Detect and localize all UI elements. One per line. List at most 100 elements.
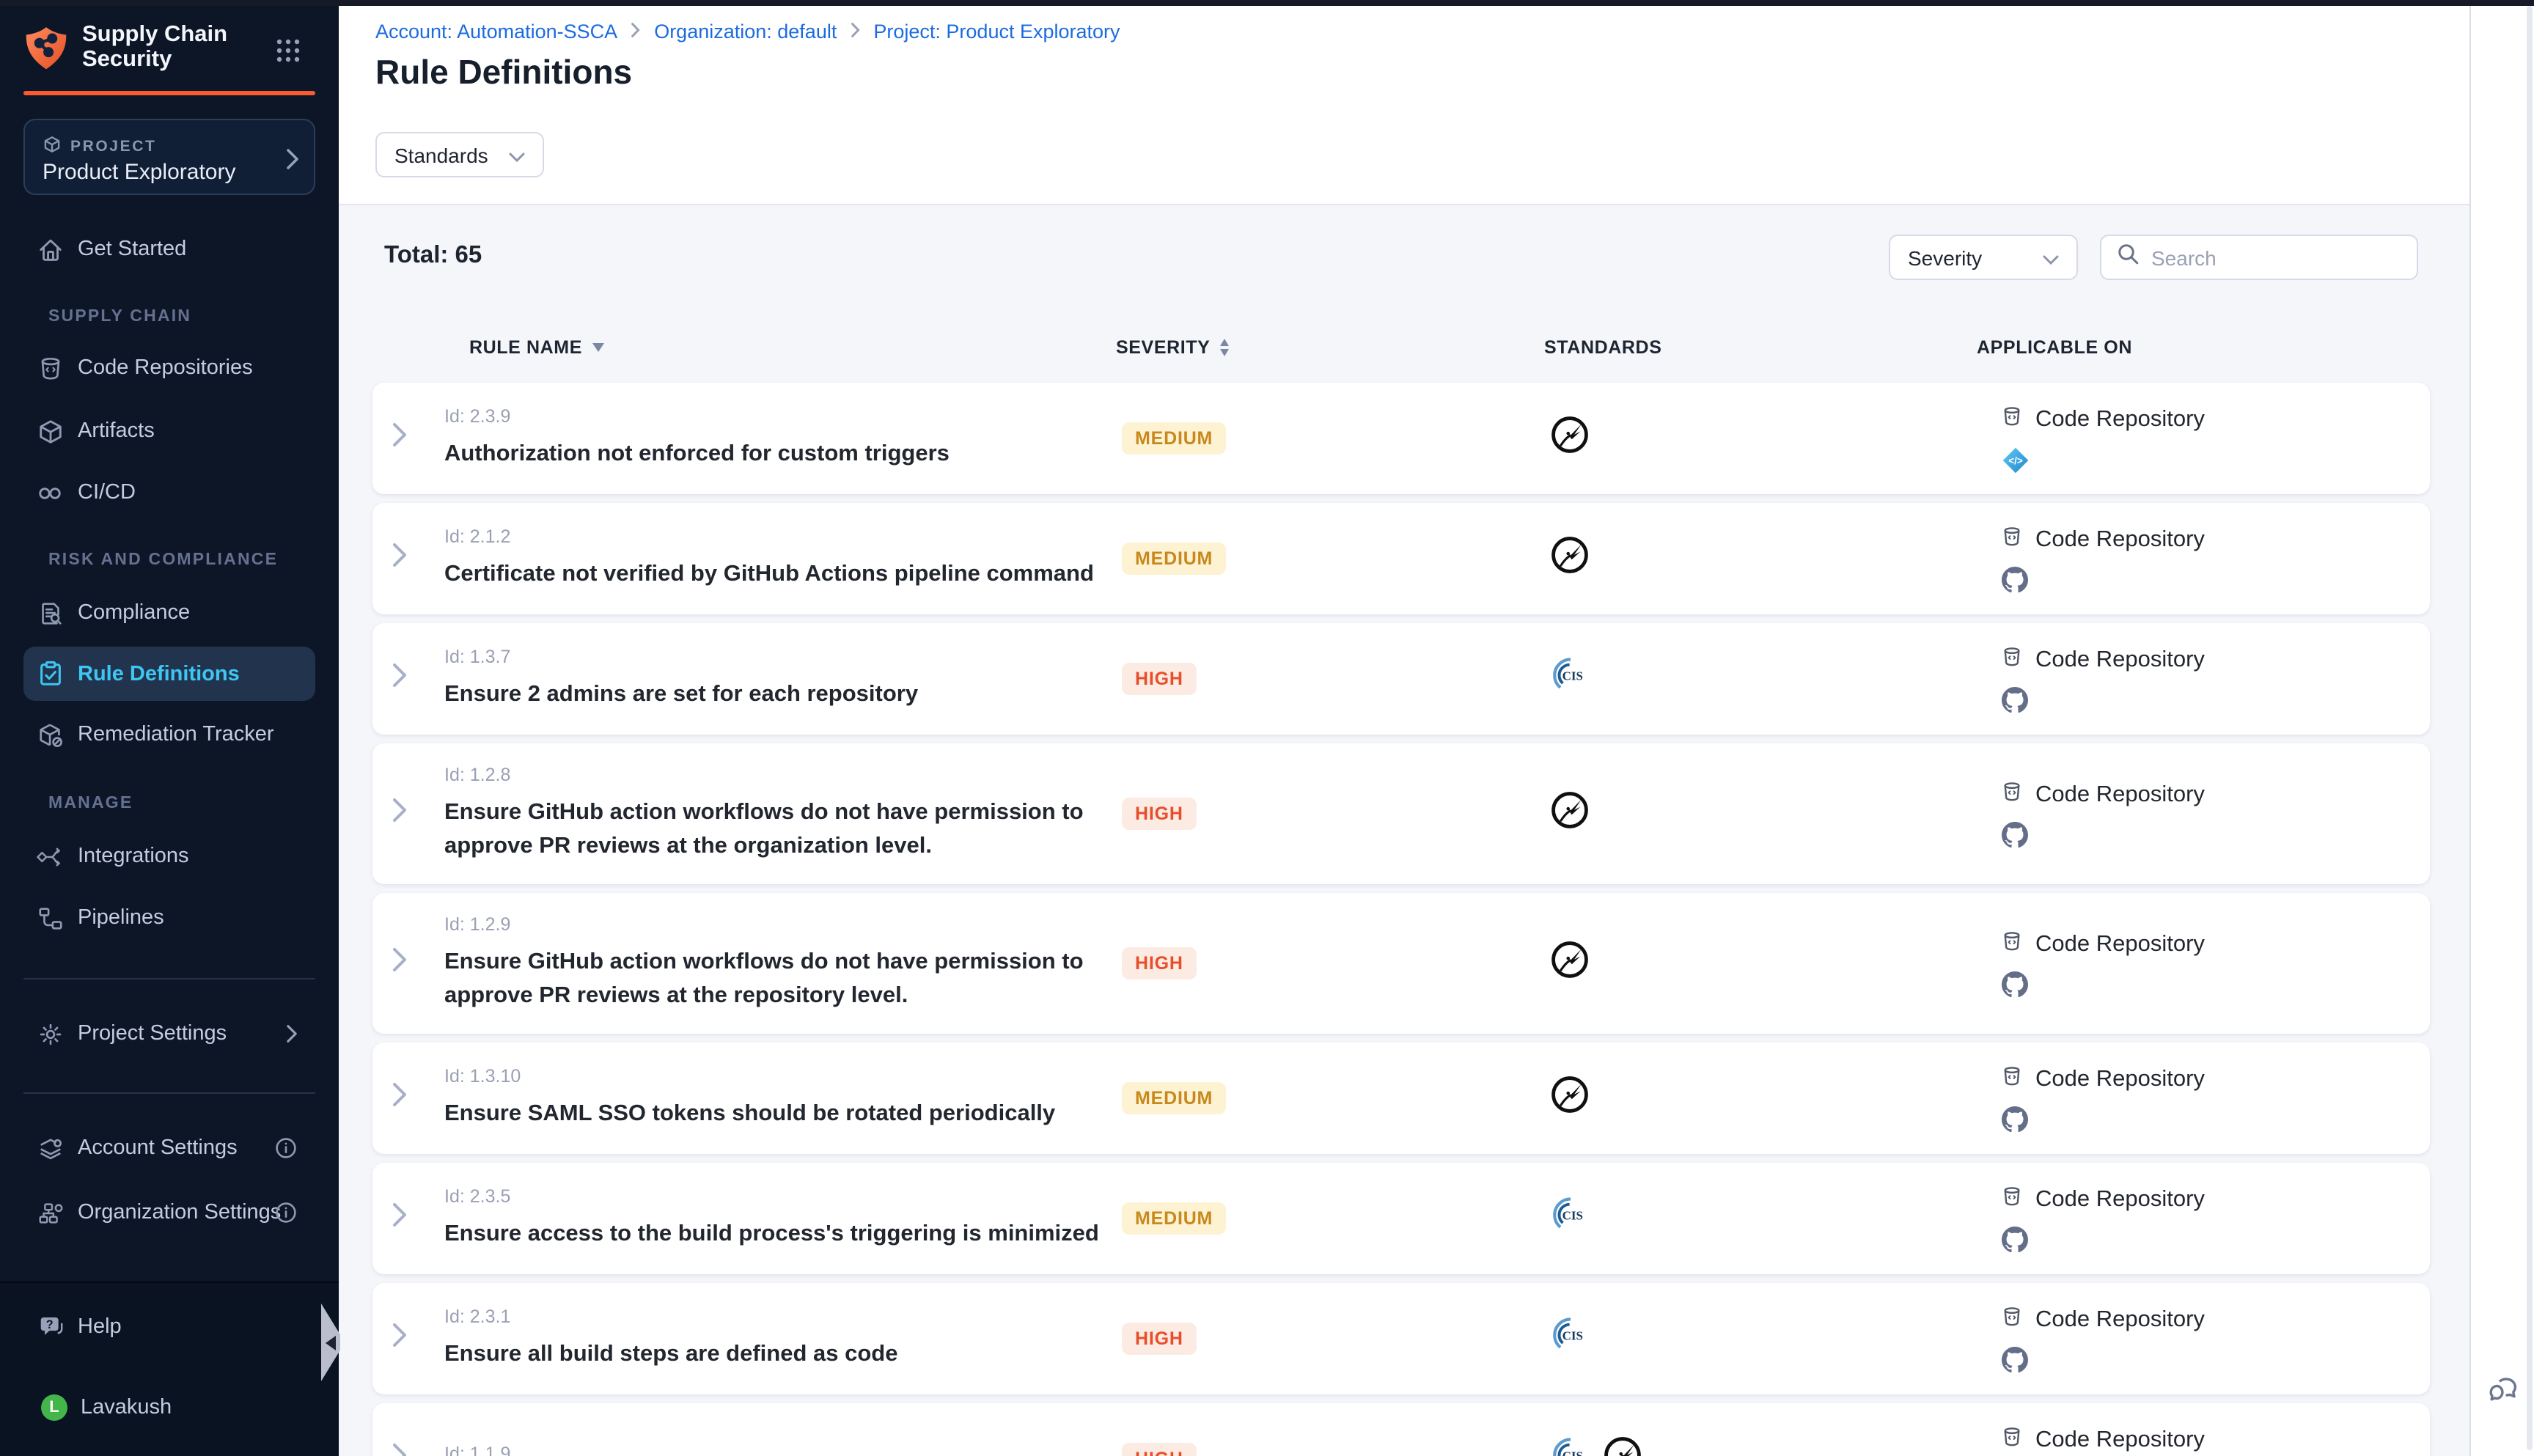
sidebar-item-remediation-tracker[interactable]: Remediation Tracker	[23, 708, 315, 761]
breadcrumb-separator-icon	[631, 21, 641, 43]
severity-badge: HIGH	[1122, 1443, 1197, 1456]
svg-text:</>: </>	[2008, 455, 2023, 466]
expand-chevron-icon[interactable]	[392, 1322, 408, 1356]
search-input[interactable]	[2151, 246, 2402, 269]
column-header-applicable-on: APPLICABLE ON	[1977, 337, 2132, 358]
owasp-standard-icon	[1550, 790, 1590, 837]
breadcrumb-account-link[interactable]: Account: Automation-SSCA	[375, 21, 617, 43]
standards-filter-dropdown[interactable]: Standards	[375, 132, 544, 177]
table-row[interactable]: Id: 2.3.1 Ensure all build steps are def…	[372, 1283, 2430, 1394]
rule-name: Certificate not verified by GitHub Actio…	[444, 557, 1163, 591]
applicable-on-label: Code Repository	[2035, 647, 2205, 674]
chevron-right-icon	[286, 1024, 298, 1043]
sidebar-item-help[interactable]: ? Help	[23, 1301, 315, 1353]
severity-filter-dropdown[interactable]: Severity	[1889, 235, 2078, 280]
sidebar-item-organization-settings[interactable]: Organization Settings	[23, 1186, 315, 1239]
severity-badge: MEDIUM	[1122, 1082, 1226, 1114]
column-header-rule-name[interactable]: RULE NAME	[469, 337, 604, 358]
cube-icon	[35, 416, 65, 446]
column-header-severity[interactable]: SEVERITY	[1116, 337, 1229, 358]
table-row[interactable]: Id: 1.3.10 Ensure SAML SSO tokens should…	[372, 1043, 2430, 1154]
chat-bubbles-icon[interactable]	[2486, 1372, 2521, 1415]
expand-chevron-icon[interactable]	[392, 422, 408, 455]
sidebar-item-account-settings[interactable]: Account Settings	[23, 1122, 315, 1174]
rule-name: Ensure SAML SSO tokens should be rotated…	[444, 1097, 1163, 1130]
severity-badge: HIGH	[1122, 798, 1197, 830]
svg-text:CIS: CIS	[1562, 669, 1583, 683]
diamond-arrows-icon	[35, 842, 65, 871]
expand-chevron-icon[interactable]	[392, 797, 408, 831]
rule-id: Id: 2.3.1	[444, 1306, 1178, 1327]
apps-grid-icon[interactable]	[276, 38, 301, 70]
rule-name: Ensure access to the build process's tri…	[444, 1217, 1163, 1251]
rule-name: Ensure all build steps are defined as co…	[444, 1337, 1163, 1371]
table-row[interactable]: Id: 1.2.9 Ensure GitHub action workflows…	[372, 893, 2430, 1034]
code-bucket-icon	[2000, 779, 2024, 812]
sidebar-item-integrations[interactable]: Integrations	[23, 830, 315, 883]
rule-id: Id: 1.2.8	[444, 765, 1178, 785]
table-row[interactable]: Id: 2.1.2 Certificate not verified by Gi…	[372, 503, 2430, 614]
search-icon	[2116, 242, 2140, 273]
page-title: Rule Definitions	[375, 53, 632, 92]
table-row[interactable]: Id: 2.3.9 Authorization not enforced for…	[372, 383, 2430, 494]
expand-chevron-icon[interactable]	[392, 662, 408, 696]
sidebar-item-label: Integrations	[78, 845, 189, 868]
expand-chevron-icon[interactable]	[392, 1081, 408, 1115]
code-bucket-icon	[2000, 1184, 2024, 1216]
sidebar-item-label: Account Settings	[78, 1136, 238, 1160]
sidebar-item-artifacts[interactable]: Artifacts	[23, 405, 315, 457]
sidebar-item-cicd[interactable]: CI/CD	[23, 466, 315, 519]
sidebar-item-label: Pipelines	[78, 906, 164, 930]
collapse-left-arrow-icon[interactable]	[326, 1336, 336, 1350]
scrollbar[interactable]	[2527, 6, 2533, 1450]
severity-badge: HIGH	[1122, 1323, 1197, 1355]
code-bucket-icon	[2000, 404, 2024, 436]
expand-chevron-icon[interactable]	[392, 542, 408, 576]
rule-name: Ensure 2 admins are set for each reposit…	[444, 677, 1163, 711]
severity-badge: HIGH	[1122, 663, 1197, 695]
divider	[23, 978, 315, 979]
chat-question-icon: ?	[35, 1312, 65, 1342]
breadcrumb-project-link[interactable]: Project: Product Exploratory	[873, 21, 1120, 43]
sidebar-item-get-started[interactable]: Get Started	[23, 223, 315, 276]
search-box[interactable]	[2100, 235, 2418, 280]
rule-name: Authorization not enforced for custom tr…	[444, 437, 1163, 471]
sidebar-item-label: Organization Settings	[78, 1201, 281, 1224]
hierarchy-gear-icon	[35, 1198, 65, 1227]
info-icon[interactable]	[274, 1201, 298, 1224]
chevron-right-icon	[286, 148, 299, 177]
user-menu[interactable]: L Lavakush	[23, 1381, 315, 1434]
sidebar-item-label: Remediation Tracker	[78, 723, 274, 746]
sidebar-item-compliance[interactable]: Compliance	[23, 587, 315, 639]
infinity-icon	[35, 478, 65, 507]
svg-text:CIS: CIS	[1562, 1449, 1583, 1456]
gear-icon	[35, 1019, 65, 1048]
project-name: Product Exploratory	[43, 160, 235, 185]
owasp-standard-icon	[1550, 940, 1590, 987]
right-rail	[2469, 0, 2534, 1456]
sidebar-item-pipelines[interactable]: Pipelines	[23, 891, 315, 944]
code-bucket-icon	[2000, 524, 2024, 556]
applicable-on-label: Code Repository	[2035, 932, 2205, 958]
expand-chevron-icon[interactable]	[392, 1442, 408, 1456]
info-icon[interactable]	[274, 1136, 298, 1160]
project-selector[interactable]: PROJECT Product Exploratory	[23, 119, 315, 195]
table-row[interactable]: Id: 1.2.8 Ensure GitHub action workflows…	[372, 743, 2430, 884]
expand-chevron-icon[interactable]	[392, 1202, 408, 1235]
table-row[interactable]: Id: 2.3.5 Ensure access to the build pro…	[372, 1163, 2430, 1274]
sidebar-item-code-repositories[interactable]: Code Repositories	[23, 342, 315, 394]
applicable-on-label: Code Repository	[2035, 1067, 2205, 1093]
applicable-on-label: Code Repository	[2035, 407, 2205, 433]
expand-chevron-icon[interactable]	[392, 946, 408, 980]
owasp-standard-icon	[1550, 415, 1590, 462]
svg-text:?: ?	[45, 1317, 53, 1331]
breadcrumb-organization-link[interactable]: Organization: default	[654, 21, 837, 43]
sidebar-item-rule-definitions[interactable]: Rule Definitions	[23, 647, 315, 701]
sidebar-item-project-settings[interactable]: Project Settings	[23, 1007, 315, 1060]
table-row[interactable]: Id: 1.3.7 Ensure 2 admins are set for ea…	[372, 623, 2430, 735]
table-row[interactable]: Id: 1.1.9 HIGH CIS Code Repository	[372, 1403, 2430, 1456]
github-icon	[2002, 971, 2205, 998]
app-title: Supply Chain Security	[82, 22, 227, 72]
user-name: Lavakush	[81, 1396, 172, 1419]
sort-desc-icon	[592, 343, 604, 352]
